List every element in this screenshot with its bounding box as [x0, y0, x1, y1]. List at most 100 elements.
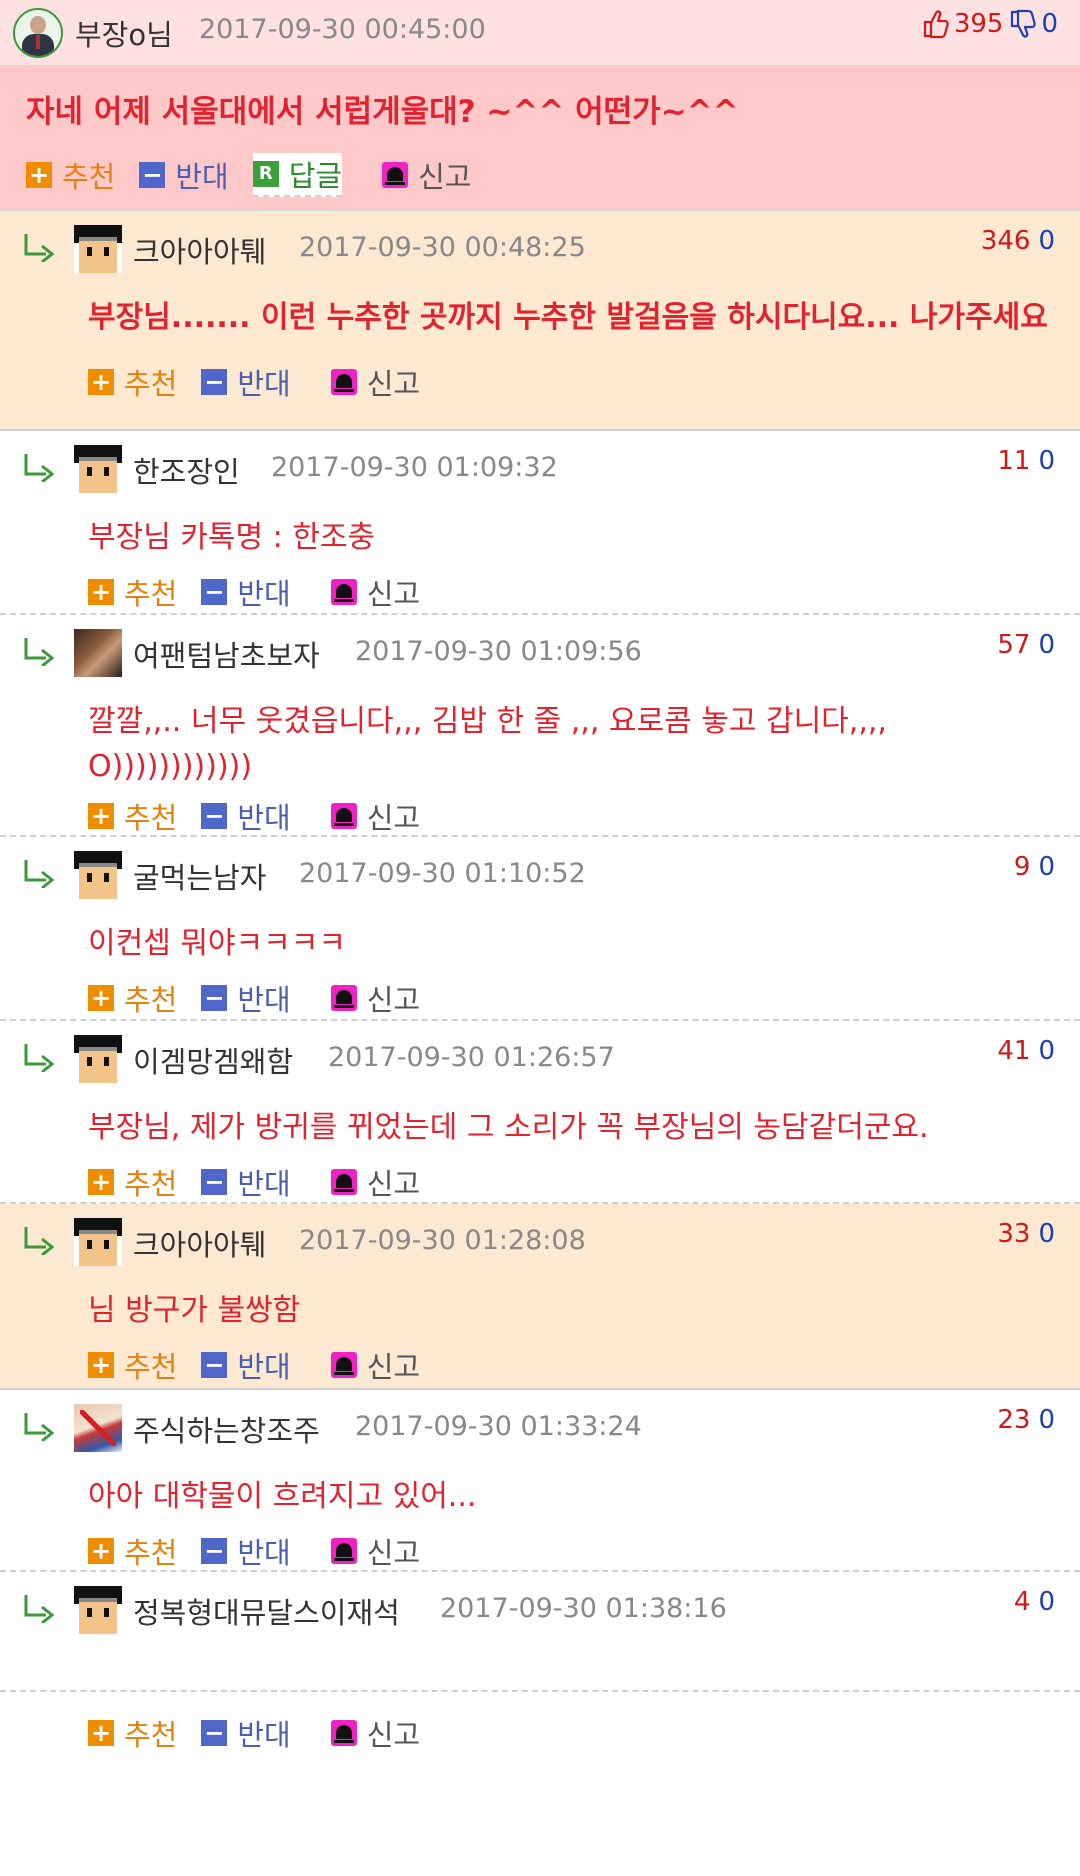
upvote-count: 395 [953, 9, 1004, 39]
downvote-count: 0 [1038, 852, 1055, 882]
recommend-label: 추천 [124, 801, 178, 835]
reply-item: 크아아아퉤 2017-09-30 00:48:25 346 0 부장님......… [0, 211, 1080, 431]
reply-arrow-icon [24, 234, 55, 262]
reply-actions: + 추천 − 반대 신고 [88, 977, 444, 1019]
reply-actions: + 추천 − 반대 신고 [88, 571, 444, 613]
oppose-button[interactable]: − 반대 [201, 1530, 291, 1572]
reply-content: 부장님, 제가 방귀를 뀌었는데 그 소리가 꼭 부장님의 농담같더군요. [88, 1110, 929, 1145]
report-button[interactable]: 신고 [330, 571, 420, 613]
oppose-label: 반대 [237, 577, 291, 611]
reply-arrow-icon [24, 454, 55, 482]
reply-date: 2017-09-30 01:26:57 [328, 1042, 615, 1073]
author-name[interactable]: 부장o님 [75, 12, 173, 54]
report-button[interactable]: 신고 [330, 361, 421, 403]
report-button[interactable]: 신고 [330, 977, 420, 1019]
report-button[interactable]: 신고 [382, 154, 472, 196]
reply-button[interactable]: R 답글 [252, 153, 343, 197]
reply-icon: R [252, 161, 279, 187]
recommend-button[interactable]: + 추천 [88, 361, 177, 403]
avatar[interactable] [74, 1586, 122, 1634]
siren-icon [382, 162, 409, 188]
reply-arrow-icon [24, 1413, 55, 1441]
vote-counts: 90 [1014, 852, 1055, 882]
recommend-button[interactable]: + 추천 [88, 977, 177, 1019]
oppose-button[interactable]: − 반대 [201, 1712, 291, 1754]
oppose-button[interactable]: − 반대 [139, 154, 229, 196]
recommend-button[interactable]: + 추천 [88, 571, 177, 613]
siren-icon [330, 369, 357, 395]
recommend-button[interactable]: + 추천 [88, 1530, 177, 1572]
siren-icon [330, 1352, 357, 1378]
recommend-button[interactable]: + 추천 [88, 1344, 177, 1386]
plus-icon: + [88, 369, 114, 395]
avatar[interactable] [74, 1404, 122, 1452]
recommend-button[interactable]: + 추천 [88, 1161, 177, 1203]
oppose-button[interactable]: − 반대 [201, 1161, 291, 1203]
upvote-count: 11 [997, 446, 1031, 476]
report-button[interactable]: 신고 [330, 1712, 421, 1754]
minus-icon: − [139, 162, 166, 188]
reply-arrow-icon [24, 638, 55, 666]
recommend-button[interactable]: + 추천 [88, 1712, 177, 1754]
reply-item: 한조장인 2017-09-30 01:09:32 11 0 부장님 카톡명 : 한… [0, 431, 1080, 615]
report-label: 신고 [366, 1350, 421, 1384]
avatar[interactable] [13, 8, 63, 58]
upvote-count: 41 [997, 1036, 1031, 1066]
thumbs-up-icon[interactable] [922, 9, 950, 39]
report-label: 신고 [366, 367, 421, 401]
reply-item: 크아아아퉤 2017-09-30 01:28:08 33 0 님 방구가 불쌍함 … [0, 1204, 1080, 1390]
report-label: 신고 [366, 1536, 421, 1570]
comment-thread: 부장o님 2017-09-30 00:45:00 395 0 자네 어제 서울대… [0, 0, 1080, 1752]
author-name[interactable]: 크아아아퉤 [133, 1222, 266, 1264]
avatar[interactable] [74, 225, 122, 273]
avatar[interactable] [74, 629, 122, 677]
thumbs-down-icon[interactable] [1009, 9, 1037, 39]
report-label: 신고 [366, 1167, 421, 1201]
reply-arrow-icon [24, 1595, 55, 1623]
oppose-button[interactable]: − 반대 [201, 571, 291, 613]
recommend-label: 추천 [124, 367, 178, 401]
author-name[interactable]: 정복형대뮤달스이재석 [133, 1590, 400, 1632]
reply-arrow-icon [24, 1044, 55, 1072]
vote-counts: 346 0 [981, 226, 1055, 256]
siren-icon [330, 1538, 357, 1564]
plus-icon: + [88, 1169, 114, 1195]
downvote-count: 0 [1041, 9, 1058, 39]
minus-icon: − [201, 369, 228, 395]
author-name[interactable]: 크아아아퉤 [133, 229, 266, 271]
oppose-button[interactable]: − 반대 [201, 977, 291, 1019]
author-name[interactable]: 굴먹는남자 [133, 855, 266, 897]
avatar[interactable] [74, 1035, 122, 1083]
recommend-button[interactable]: + 추천 [26, 154, 115, 196]
recommend-label: 추천 [124, 983, 178, 1017]
vote-counts: 395 0 [922, 9, 1058, 39]
author-name[interactable]: 주식하는창조주 [133, 1408, 320, 1450]
oppose-button[interactable]: − 반대 [201, 1344, 291, 1386]
plus-icon: + [88, 803, 114, 829]
report-label: 신고 [366, 1718, 421, 1752]
report-button[interactable]: 신고 [330, 795, 420, 837]
author-name[interactable]: 이겜망겜왜함 [133, 1039, 293, 1081]
avatar[interactable] [74, 851, 122, 899]
report-button[interactable]: 신고 [330, 1161, 421, 1203]
upvote-count: 4 [1013, 1587, 1031, 1617]
reply-date: 2017-09-30 01:38:16 [440, 1593, 727, 1624]
report-button[interactable]: 신고 [330, 1530, 421, 1572]
vote-counts: 41 0 [997, 1036, 1055, 1066]
downvote-count: 0 [1038, 1036, 1055, 1066]
avatar[interactable] [74, 445, 122, 493]
author-name[interactable]: 여팬텀남초보자 [133, 633, 320, 675]
oppose-label: 반대 [175, 160, 229, 194]
report-button[interactable]: 신고 [330, 1344, 421, 1386]
post-content: 자네 어제 서울대에서 서럽게울대? ~^^ 어떤가~^^ [26, 94, 739, 130]
reply-label: 답글 [288, 159, 343, 193]
oppose-button[interactable]: − 반대 [201, 361, 291, 403]
author-name[interactable]: 한조장인 [133, 449, 240, 491]
avatar[interactable] [74, 1218, 122, 1266]
reply-actions: + 추천 − 반대 신고 [88, 1712, 444, 1754]
upvote-count: 23 [997, 1405, 1031, 1435]
reply-content: 이컨셉 뭐야ㅋㅋㅋㅋ [88, 926, 346, 961]
recommend-button[interactable]: + 추천 [88, 795, 177, 837]
oppose-label: 반대 [237, 983, 291, 1017]
oppose-button[interactable]: − 반대 [201, 795, 291, 837]
